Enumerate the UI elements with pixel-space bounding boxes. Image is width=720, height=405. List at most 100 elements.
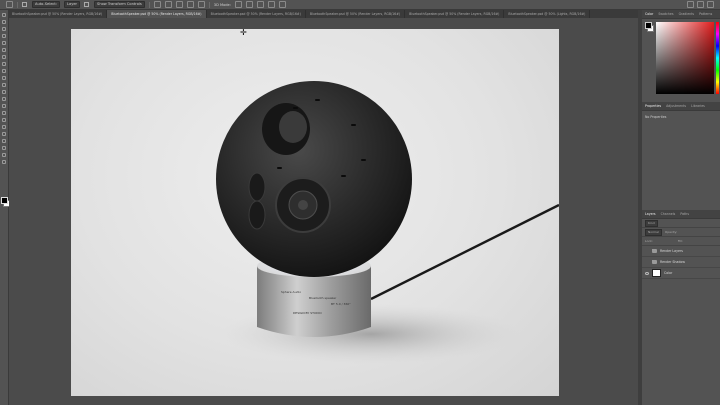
color-field[interactable] — [656, 22, 714, 94]
layer-row[interactable]: Render Layers — [642, 246, 720, 257]
layer-row[interactable]: Color — [642, 268, 720, 279]
frame-tool-icon[interactable] — [2, 48, 6, 52]
dodge-tool-icon[interactable] — [2, 111, 6, 115]
tweeter-top — [248, 172, 266, 202]
layers-panel: Layers Channels Paths Kind Normal Opacit… — [642, 210, 720, 279]
auto-select-label: Auto-Select: — [32, 1, 61, 8]
3d-rotate-icon[interactable] — [234, 1, 242, 8]
transform-checkbox[interactable] — [84, 2, 90, 7]
tab-gradients[interactable]: Gradients — [679, 12, 695, 16]
marquee-tool-icon[interactable] — [2, 20, 6, 24]
document-tabs: BluetoothSpeaker.psd @ 50% (Render Layer… — [8, 10, 638, 18]
3d-pan-icon[interactable] — [256, 1, 264, 8]
lock-label: Lock: — [645, 239, 653, 243]
layers-panel-tabs: Layers Channels Paths — [642, 210, 720, 219]
3d-scale-icon[interactable] — [278, 1, 286, 8]
properties-panel: Properties Adjustments Libraries No Prop… — [642, 102, 720, 123]
blend-row: Normal Opacity: — [642, 228, 720, 237]
options-bar: Auto-Select: Layer Show Transform Contro… — [0, 0, 720, 10]
3d-slide-icon[interactable] — [267, 1, 275, 8]
document-tab[interactable]: BluetoothSpeaker.psd @ 50% (Render Layer… — [8, 10, 108, 18]
distribute-icon[interactable] — [186, 1, 194, 8]
layer-name: Color — [664, 271, 673, 275]
base-spec-2: BT 5.0 / 360° — [331, 302, 351, 306]
transform-label: Show Transform Controls — [94, 1, 145, 8]
tools-panel — [0, 10, 10, 405]
path-selection-tool-icon[interactable] — [2, 132, 6, 136]
folder-icon — [652, 260, 657, 264]
eraser-tool-icon[interactable] — [2, 90, 6, 94]
layer-row[interactable]: Render Shadow — [642, 257, 720, 268]
tweeter-bottom — [248, 200, 266, 230]
woofer-cap — [298, 200, 308, 210]
document-tab[interactable]: BluetoothSpeaker.psd @ 50% (Render Layer… — [405, 10, 505, 18]
align-center-icon[interactable] — [164, 1, 172, 8]
healing-brush-tool-icon[interactable] — [2, 62, 6, 66]
align-right-icon[interactable] — [175, 1, 183, 8]
fill-label: Fill: — [677, 239, 683, 243]
document-tab[interactable]: BluetoothSpeaker.psd @ 50% (Render Layer… — [207, 10, 306, 18]
clone-stamp-tool-icon[interactable] — [2, 76, 6, 80]
zoom-tool-icon[interactable] — [2, 153, 6, 157]
crop-tool-icon[interactable] — [2, 41, 6, 45]
options-right — [687, 1, 720, 8]
document-tab[interactable]: BluetoothSpeaker.psd @ 50% (Lights, RGB/… — [504, 10, 591, 18]
eyedropper-tool-icon[interactable] — [2, 55, 6, 59]
tab-swatches[interactable]: Swatches — [658, 12, 673, 16]
tab-patterns[interactable]: Patterns — [699, 12, 712, 16]
base-spec-1: Bluetooth speaker — [309, 296, 337, 300]
hand-tool-icon[interactable] — [2, 146, 6, 150]
no-properties-text: No Properties — [645, 115, 667, 119]
history-brush-tool-icon[interactable] — [2, 83, 6, 87]
blur-tool-icon[interactable] — [2, 104, 6, 108]
hue-slider[interactable] — [716, 22, 719, 94]
tab-properties[interactable]: Properties — [645, 104, 661, 108]
base-foot: DESIGN BY STUDIO — [293, 311, 322, 315]
document-canvas[interactable]: Sphere Audio Bluetooth speaker BT 5.0 / … — [71, 29, 559, 396]
divider — [148, 1, 150, 8]
gradient-tool-icon[interactable] — [2, 97, 6, 101]
search-icon[interactable] — [687, 1, 694, 8]
brush-tool-icon[interactable] — [2, 69, 6, 73]
align-left-icon[interactable] — [153, 1, 161, 8]
tab-adjustments[interactable]: Adjustments — [666, 104, 686, 108]
lasso-tool-icon[interactable] — [2, 27, 6, 31]
auto-select-dropdown[interactable]: Layer — [64, 1, 81, 8]
speaker-render: Sphere Audio Bluetooth speaker BT 5.0 / … — [216, 81, 559, 364]
tab-color[interactable]: Color — [645, 12, 653, 16]
divider — [17, 1, 18, 8]
pen-tool-icon[interactable] — [2, 118, 6, 122]
more-icon[interactable] — [197, 1, 205, 8]
top-port-inner — [279, 111, 307, 143]
kind-filter-dropdown[interactable]: Kind — [645, 219, 658, 227]
type-tool-icon[interactable] — [2, 125, 6, 129]
foreground-color-chip[interactable] — [645, 22, 652, 29]
tab-layers[interactable]: Layers — [645, 212, 656, 216]
layer-name: Render Shadow — [660, 260, 685, 264]
speaker-sphere — [216, 81, 412, 277]
tab-paths[interactable]: Paths — [680, 212, 689, 216]
right-panels: Color Swatches Gradients Patterns Proper… — [642, 10, 720, 405]
3d-roll-icon[interactable] — [245, 1, 253, 8]
edit-toolbar-icon[interactable] — [2, 160, 6, 164]
eye-icon[interactable] — [645, 271, 649, 275]
share-icon[interactable] — [707, 1, 714, 8]
auto-select-checkbox[interactable] — [22, 2, 28, 7]
rectangle-tool-icon[interactable] — [2, 139, 6, 143]
move-tool-icon[interactable] — [2, 13, 6, 17]
color-panel-tabs: Color Swatches Gradients Patterns — [642, 10, 720, 19]
workspace-icon[interactable] — [697, 1, 704, 8]
lock-row: Lock: Fill: — [642, 237, 720, 246]
tab-libraries[interactable]: Libraries — [691, 104, 705, 108]
tab-channels[interactable]: Channels — [661, 212, 676, 216]
document-tab[interactable]: BluetoothSpeaker.psd @ 50% (Render Layer… — [306, 10, 406, 18]
quick-select-tool-icon[interactable] — [2, 34, 6, 38]
cursor-icon: ✛ — [240, 28, 247, 37]
layer-thumbnail — [652, 269, 661, 277]
move-tool-icon[interactable] — [6, 1, 13, 8]
document-tab[interactable]: BluetoothSpeaker.psd @ 50% (Render Layer… — [107, 10, 207, 18]
base-brand: Sphere Audio — [281, 290, 301, 294]
folder-icon — [652, 249, 657, 253]
blend-mode-dropdown[interactable]: Normal — [645, 228, 662, 236]
foreground-color-swatch[interactable] — [1, 197, 8, 204]
